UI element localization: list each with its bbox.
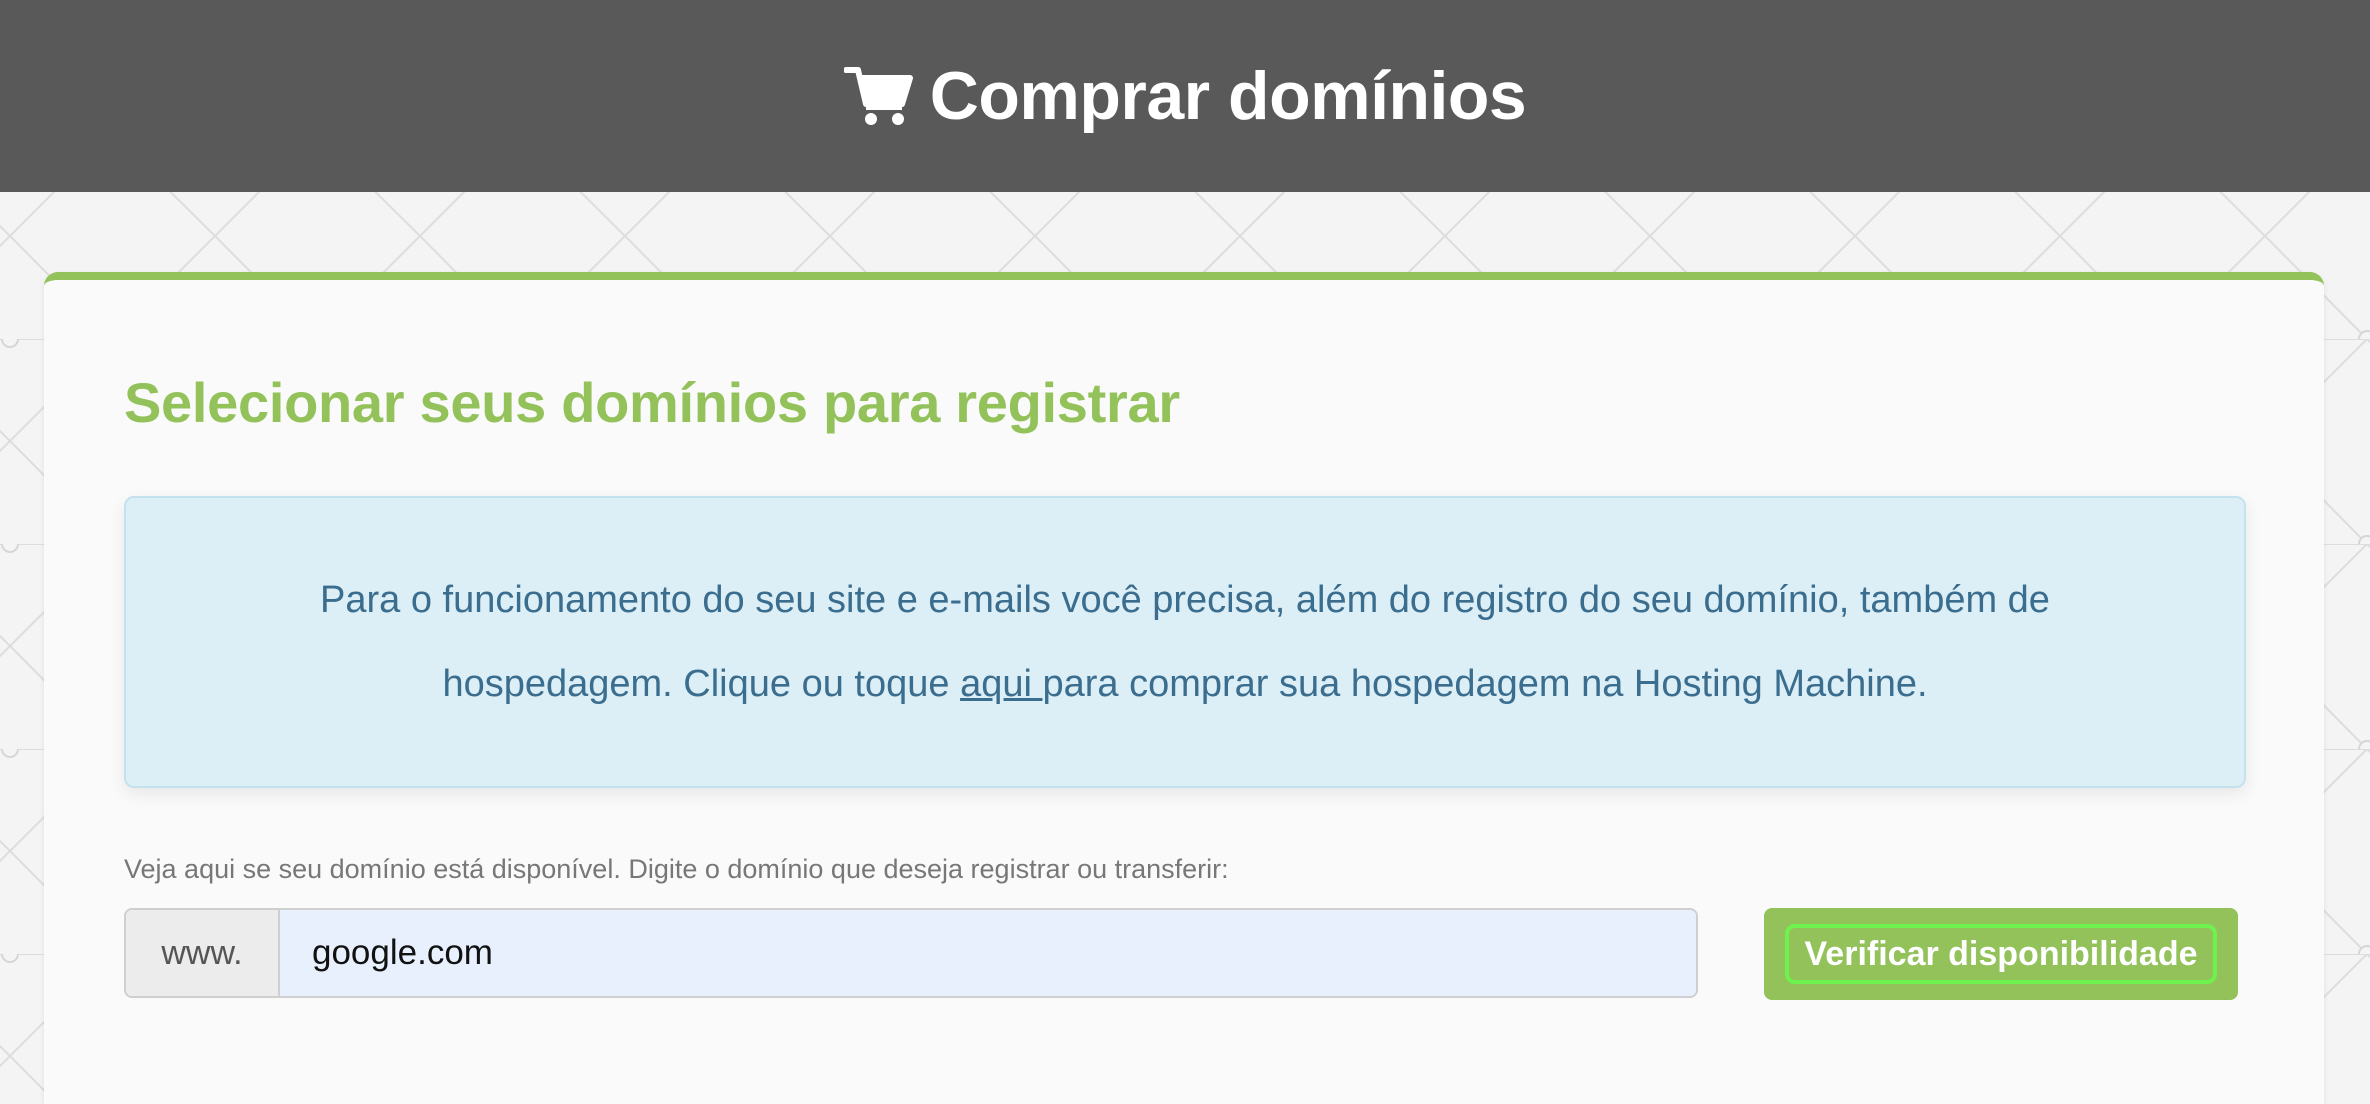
domain-input-group: www. <box>124 908 1698 998</box>
domain-search-input[interactable] <box>280 910 1696 996</box>
hosting-info-alert: Para o funcionamento do seu site e e-mai… <box>124 496 2246 788</box>
hosting-link[interactable]: aqui <box>960 663 1042 705</box>
header-title-group: Comprar domínios <box>843 57 1527 135</box>
www-prefix: www. <box>126 910 280 996</box>
shopping-cart-icon <box>843 64 914 128</box>
domain-search-label: Veja aqui se seu domínio está disponível… <box>124 854 1229 884</box>
section-title: Selecionar seus domínios para registrar <box>124 371 1180 434</box>
domain-search-card: Selecionar seus domínios para registrar … <box>44 272 2324 1104</box>
page-header: Comprar domínios <box>0 0 2370 192</box>
check-availability-label: Verificar disponibilidade <box>1785 924 2217 984</box>
check-availability-button[interactable]: Verificar disponibilidade <box>1764 908 2238 1000</box>
info-text-end: para comprar sua hospedagem na Hosting M… <box>1042 663 1928 705</box>
hosting-info-text: Para o funcionamento do seu site e e-mai… <box>245 558 2125 726</box>
page-title: Comprar domínios <box>929 58 1527 134</box>
